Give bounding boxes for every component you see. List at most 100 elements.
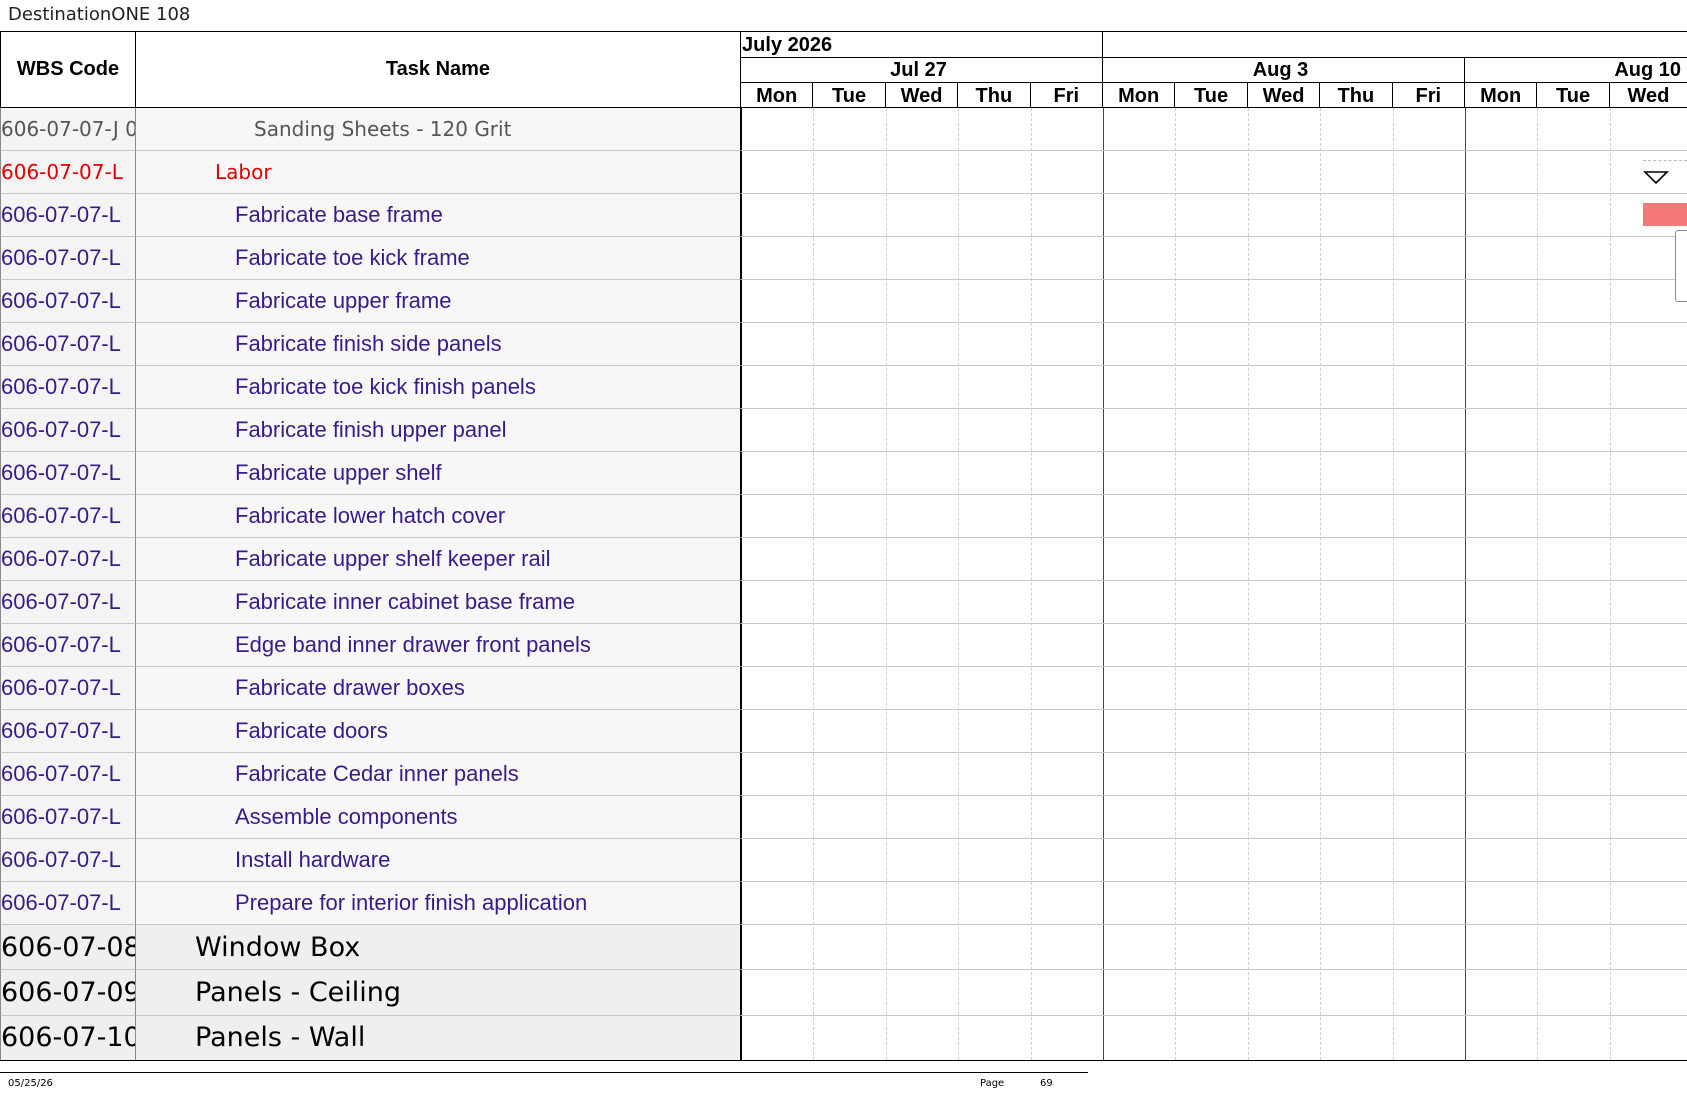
day-header: Tue <box>1537 82 1610 108</box>
table-row[interactable]: 606-07-07-L Fabricate upper shelf keeper … <box>0 538 1687 581</box>
table-row[interactable]: 606-07-07-L Fabricate inner cabinet base … <box>0 581 1687 624</box>
task-name-cell: Fabricate Cedar inner panels <box>136 753 741 796</box>
gantt-row-cell <box>741 796 1687 839</box>
table-row[interactable]: 606-07-07-L Fabricate lower hatch cover <box>0 495 1687 538</box>
task-name-cell: Fabricate inner cabinet base frame <box>136 581 741 624</box>
wbs-code-cell: 606-07-07-L <box>0 409 136 452</box>
week-header-aug-3: Aug 3 <box>1103 57 1465 82</box>
wbs-code-cell: 606-07-07-L <box>0 796 136 839</box>
gantt-row-cell <box>741 495 1687 538</box>
table-row[interactable]: 606-07-09 Panels - Ceiling <box>0 970 1687 1016</box>
day-header: Mon <box>1465 82 1538 108</box>
table-row[interactable]: 606-07-07-L Fabricate doors <box>0 710 1687 753</box>
task-name-cell: Fabricate toe kick finish panels <box>136 366 741 409</box>
gantt-row-cell <box>741 882 1687 925</box>
scroll-handle[interactable] <box>1675 230 1687 302</box>
gantt-row-cell <box>741 839 1687 882</box>
wbs-code-cell: 606-07-07-L <box>0 882 136 925</box>
day-header: Wed <box>1609 82 1687 108</box>
week-header-jul-27: Jul 27 <box>741 57 1103 82</box>
wbs-code-cell: 606-07-07-L <box>0 710 136 753</box>
day-header: Mon <box>741 82 814 108</box>
wbs-code-cell: 606-07-07-L <box>0 151 136 194</box>
wbs-code-cell: 606-07-07-L <box>0 581 136 624</box>
task-name-cell: Fabricate toe kick frame <box>136 237 741 280</box>
task-name-column-header[interactable]: Task Name <box>136 31 741 108</box>
week-header-aug-10: Aug 10 <box>1465 57 1687 82</box>
day-header: Thu <box>1320 82 1393 108</box>
table-row[interactable]: 606-07-07-L Prepare for interior finish a… <box>0 882 1687 925</box>
wbs-code-cell: 606-07-07-L <box>0 323 136 366</box>
gantt-report-page: DestinationONE 108 WBS Code Task Name Ju… <box>0 0 1687 1097</box>
task-name-cell: Labor <box>136 151 741 194</box>
task-name-cell: Assemble components <box>136 796 741 839</box>
day-header: Fri <box>1392 82 1465 108</box>
table-row[interactable]: 606-07-07-L Fabricate toe kick frame <box>0 237 1687 280</box>
task-name-cell: Panels - Ceiling <box>136 970 741 1016</box>
wbs-code-cell: 606-07-07-L <box>0 667 136 710</box>
task-name-cell: Fabricate doors <box>136 710 741 753</box>
day-header: Tue <box>1175 82 1248 108</box>
wbs-code-cell: 606-07-07-L <box>0 538 136 581</box>
gantt-row-cell <box>741 194 1687 237</box>
day-header: Wed <box>885 82 959 108</box>
wbs-code-column-header[interactable]: WBS Code <box>0 31 136 108</box>
table-row[interactable]: 606-07-08 Window Box <box>0 925 1687 971</box>
wbs-code-cell: 606-07-07-L <box>0 452 136 495</box>
table-row[interactable]: 606-07-07-L Fabricate upper shelf <box>0 452 1687 495</box>
wbs-code-cell: 606-07-07-L <box>0 280 136 323</box>
task-name-cell: Install hardware <box>136 839 741 882</box>
task-bar-fabricate-base-frame[interactable] <box>1643 203 1687 226</box>
gantt-row-cell <box>741 151 1687 194</box>
table-row[interactable]: 606-07-10 Panels - Wall <box>0 1015 1687 1061</box>
gantt-row-cell <box>741 280 1687 323</box>
table-row[interactable]: 606-07-07-L Fabricate drawer boxes <box>0 667 1687 710</box>
gantt-row-cell <box>741 1016 1687 1061</box>
gantt-row-cell <box>741 667 1687 710</box>
table-row[interactable]: 606-07-07-J 01 Sanding Sheets - 120 Grit <box>0 108 1687 151</box>
task-name-cell: Panels - Wall <box>136 1015 741 1061</box>
table-row[interactable]: 606-07-07-L Fabricate toe kick finish pan… <box>0 366 1687 409</box>
row-separator-dotted <box>1643 160 1687 161</box>
table-row[interactable]: 606-07-07-L Labor <box>0 151 1687 194</box>
table-row[interactable]: 606-07-07-L Fabricate Cedar inner panels <box>0 753 1687 796</box>
table-row[interactable]: 606-07-07-L Install hardware <box>0 839 1687 882</box>
task-name-cell: Fabricate finish upper panel <box>136 409 741 452</box>
table-row[interactable]: 606-07-07-L Fabricate base frame <box>0 194 1687 237</box>
wbs-code-cell: 606-07-08 <box>0 925 136 971</box>
table-row[interactable]: 606-07-07-L Fabricate finish upper panel <box>0 409 1687 452</box>
table-bottom-border <box>0 1060 741 1061</box>
gantt-row-cell <box>741 323 1687 366</box>
task-name-cell: Prepare for interior finish application <box>136 882 741 925</box>
day-header: Fri <box>1030 82 1103 108</box>
wbs-code-cell: 606-07-09 <box>0 970 136 1016</box>
gantt-row-cell <box>741 925 1687 971</box>
task-name-cell: Edge band inner drawer front panels <box>136 624 741 667</box>
gantt-row-cell <box>741 624 1687 667</box>
wbs-code-cell: 606-07-07-L <box>0 237 136 280</box>
table-row[interactable]: 606-07-07-L Fabricate upper frame <box>0 280 1687 323</box>
wbs-code-cell: 606-07-07-L <box>0 624 136 667</box>
task-name-cell: Fabricate upper shelf keeper rail <box>136 538 741 581</box>
task-name-cell: Fabricate lower hatch cover <box>136 495 741 538</box>
task-name-cell: Fabricate upper frame <box>136 280 741 323</box>
gantt-row-cell <box>741 581 1687 624</box>
table-row[interactable]: 606-07-07-L Assemble components <box>0 796 1687 839</box>
footer-page-label: Page <box>980 1078 1005 1089</box>
document-title: DestinationONE 108 <box>8 4 191 25</box>
wbs-code-cell: 606-07-07-L <box>0 839 136 882</box>
table-row[interactable]: 606-07-07-L Edge band inner drawer front … <box>0 624 1687 667</box>
footer-page-number: 69 <box>1040 1078 1053 1089</box>
table-row[interactable]: 606-07-07-L Fabricate finish side panels <box>0 323 1687 366</box>
chart-bottom-border <box>741 1060 1687 1061</box>
gantt-row-cell <box>741 538 1687 581</box>
gantt-row-cell <box>741 710 1687 753</box>
triangle-down-icon[interactable] <box>1643 170 1669 186</box>
gantt-row-cell <box>741 108 1687 151</box>
task-name-cell: Window Box <box>136 925 741 971</box>
gantt-row-cell <box>741 409 1687 452</box>
task-name-cell: Fabricate finish side panels <box>136 323 741 366</box>
wbs-code-cell: 606-07-07-L <box>0 194 136 237</box>
task-name-cell: Sanding Sheets - 120 Grit <box>136 108 741 151</box>
task-name-cell: Fabricate base frame <box>136 194 741 237</box>
